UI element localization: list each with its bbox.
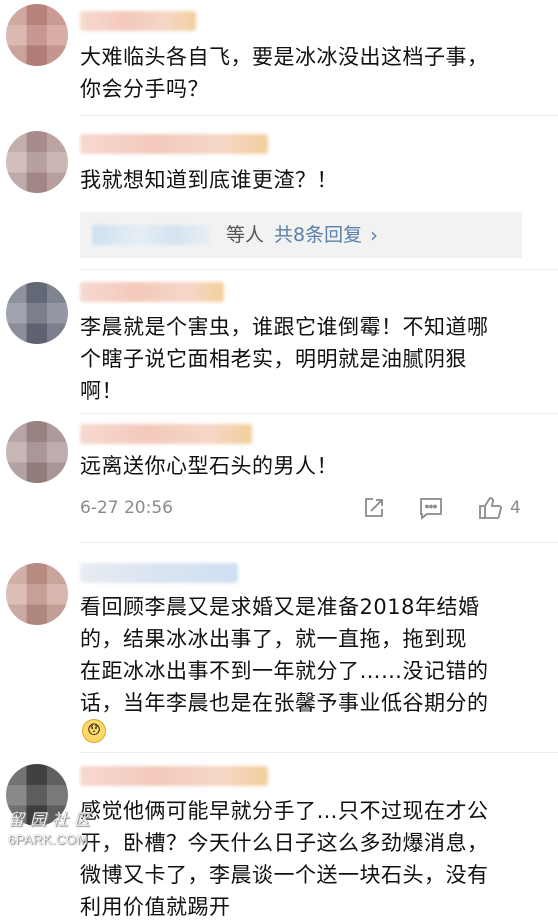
username-blurred[interactable] xyxy=(80,134,268,154)
reply-count-link[interactable]: 共8条回复 xyxy=(274,212,362,258)
username-blurred[interactable] xyxy=(80,282,224,302)
thumbs-up-icon[interactable] xyxy=(477,495,503,526)
comment-text: 大难临头各自飞，要是冰冰没出这档子事， 你会分手吗？ xyxy=(80,45,489,101)
comment-text: 远离送你心型石头的男人！ xyxy=(80,454,338,478)
site-watermark: 留园社区 6PARK.COM xyxy=(8,806,104,847)
watermark-en: 6PARK.COM xyxy=(8,832,89,847)
username-blurred[interactable] xyxy=(80,766,268,786)
share-icon[interactable] xyxy=(362,496,386,525)
watermark-cn: 留园社区 xyxy=(8,812,97,829)
divider xyxy=(80,542,558,543)
reply-summary[interactable]: 等人 共8条回复 › xyxy=(80,212,522,258)
divider xyxy=(80,115,558,116)
avatar[interactable] xyxy=(6,282,68,344)
chevron-right-icon: › xyxy=(370,223,378,247)
avatar[interactable] xyxy=(6,4,68,66)
replier-names-blurred xyxy=(92,225,210,245)
comment-text: 我就想知道到底谁更渣？！ xyxy=(80,168,338,192)
username-blurred[interactable] xyxy=(80,563,238,583)
comment-icon[interactable] xyxy=(418,496,444,525)
username-blurred[interactable] xyxy=(80,11,196,31)
avatar[interactable] xyxy=(6,563,68,625)
surprised-emoji-icon: 😯 xyxy=(82,719,106,743)
avatar[interactable] xyxy=(6,131,68,193)
comment-meta: 6-27 20:56 4 xyxy=(80,494,540,524)
username-blurred[interactable] xyxy=(80,424,252,444)
divider xyxy=(80,269,558,270)
comment-text: 感觉他俩可能早就分手了…只不过现在才公 开，卧槽？今天什么日子这么多劲爆消息， … xyxy=(80,799,489,919)
divider xyxy=(80,413,558,414)
avatar[interactable] xyxy=(6,421,68,483)
reply-suffix: 等人 xyxy=(226,224,265,246)
timestamp: 6-27 20:56 xyxy=(80,498,173,518)
divider xyxy=(80,752,558,753)
comment-text: 看回顾李晨又是求婚又是准备2018年结婚 的，结果冰冰出事了，就一直拖，拖到现 … xyxy=(80,595,489,715)
like-count: 4 xyxy=(510,498,521,518)
comment-text: 李晨就是个害虫，谁跟它谁倒霉！不知道哪 个瞎子说它面相老实，明明就是油腻阴狠 啊… xyxy=(80,315,489,403)
